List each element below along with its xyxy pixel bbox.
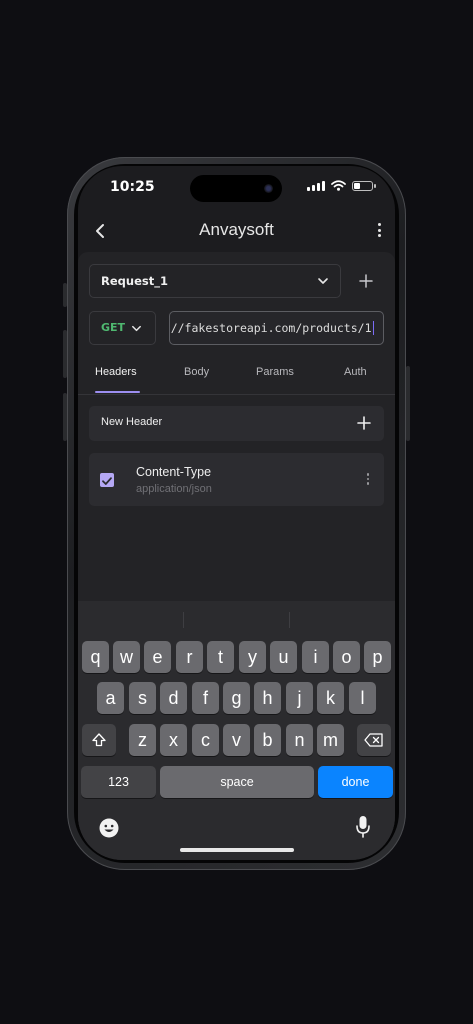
key-z[interactable]: z: [129, 724, 156, 756]
more-options-icon[interactable]: [375, 221, 383, 239]
dynamic-island: [190, 175, 282, 202]
method-label: GET: [101, 321, 126, 334]
new-header-button[interactable]: New Header: [89, 406, 384, 441]
tab-body[interactable]: Body: [184, 366, 209, 378]
plus-icon: [357, 416, 371, 430]
status-time: 10:25: [110, 179, 155, 195]
key-c[interactable]: c: [192, 724, 219, 756]
new-header-label: New Header: [101, 416, 163, 428]
url-input[interactable]: ://fakestoreapi.com/products/1: [169, 311, 384, 345]
header-value: application/json: [136, 483, 212, 495]
request-name: Request_1: [101, 274, 168, 288]
backspace-key[interactable]: [357, 724, 391, 756]
key-j[interactable]: j: [286, 682, 313, 714]
home-indicator: [180, 848, 294, 852]
key-e[interactable]: e: [144, 641, 171, 673]
key-h[interactable]: h: [254, 682, 281, 714]
text-caret: [372, 321, 374, 335]
key-v[interactable]: v: [223, 724, 250, 756]
key-q[interactable]: q: [82, 641, 109, 673]
power-button: [406, 366, 410, 441]
checkmark-icon: [102, 477, 112, 485]
key-b[interactable]: b: [254, 724, 281, 756]
app-screen: 10:25 Anvaysoft Request_1 GET://fakesto…: [78, 166, 395, 860]
signal-icon: [307, 180, 325, 191]
on-screen-keyboard: q w e r t y u i o p a s d f g h j k l z …: [78, 601, 395, 860]
tab-headers[interactable]: Headers: [95, 366, 137, 378]
backspace-icon: [364, 733, 383, 747]
key-l[interactable]: l: [349, 682, 376, 714]
battery-icon: [352, 180, 376, 191]
key-w[interactable]: w: [113, 641, 140, 673]
shift-key[interactable]: [82, 724, 116, 756]
wifi-icon: [331, 180, 346, 191]
header-enabled-checkbox[interactable]: [100, 473, 114, 487]
tab-params[interactable]: Params: [256, 366, 294, 378]
url-value: ://fakestoreapi.com/products/1: [169, 321, 372, 335]
key-y[interactable]: y: [239, 641, 266, 673]
suggestion-bar: [78, 601, 395, 637]
key-s[interactable]: s: [129, 682, 156, 714]
key-f[interactable]: f: [192, 682, 219, 714]
key-d[interactable]: d: [160, 682, 187, 714]
chevron-down-icon: [318, 278, 328, 284]
header-key: Content-Type: [136, 465, 212, 479]
key-n[interactable]: n: [286, 724, 313, 756]
add-request-plus-icon[interactable]: [356, 271, 376, 291]
key-a[interactable]: a: [97, 682, 124, 714]
microphone-icon[interactable]: [355, 815, 371, 839]
key-m[interactable]: m: [317, 724, 344, 756]
request-selector[interactable]: Request_1: [89, 264, 341, 298]
key-o[interactable]: o: [333, 641, 360, 673]
header-options-icon[interactable]: [366, 473, 369, 485]
key-r[interactable]: r: [176, 641, 203, 673]
key-t[interactable]: t: [207, 641, 234, 673]
done-key[interactable]: done: [318, 766, 393, 798]
active-tab-indicator: [95, 391, 140, 393]
key-p[interactable]: p: [364, 641, 391, 673]
space-key[interactable]: space: [160, 766, 314, 798]
numbers-key[interactable]: 123: [81, 766, 156, 798]
header-row: Content-Type application/json: [89, 453, 384, 506]
key-k[interactable]: k: [317, 682, 344, 714]
status-icons: [307, 180, 376, 191]
app-navbar: Anvaysoft: [78, 216, 395, 246]
request-tabs: Headers Body Params Auth: [78, 356, 395, 395]
app-title: Anvaysoft: [199, 220, 274, 239]
key-i[interactable]: i: [302, 641, 329, 673]
key-u[interactable]: u: [270, 641, 297, 673]
key-g[interactable]: g: [223, 682, 250, 714]
tab-auth[interactable]: Auth: [344, 366, 367, 378]
key-x[interactable]: x: [160, 724, 187, 756]
emoji-icon[interactable]: [98, 817, 120, 839]
method-dropdown[interactable]: GET: [89, 311, 156, 345]
chevron-down-icon: [132, 325, 141, 332]
shift-icon: [92, 733, 106, 747]
